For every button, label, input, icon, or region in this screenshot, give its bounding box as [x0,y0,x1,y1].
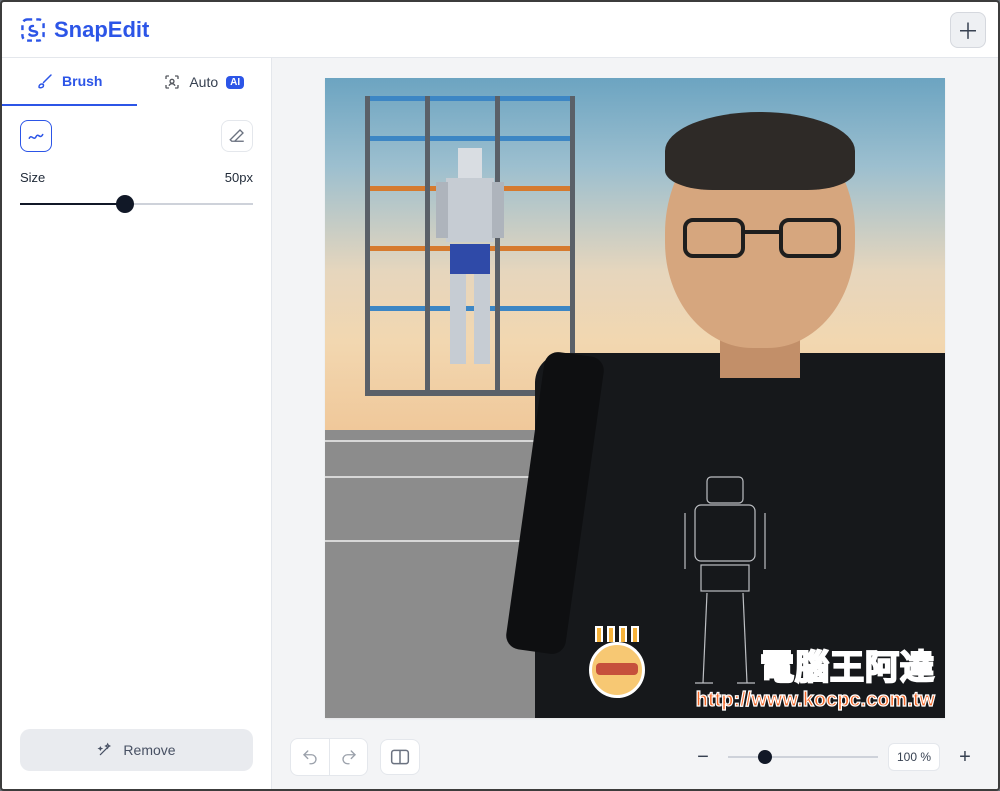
redo-icon [340,748,358,766]
tab-brush[interactable]: Brush [2,58,137,106]
plus-icon: ＋ [957,14,979,46]
magic-wand-icon [97,742,113,758]
left-spacer [2,237,271,729]
slider-track-fill [20,203,125,205]
remove-button[interactable]: Remove [20,729,253,771]
image-canvas[interactable]: 電腦王阿達 http://www.kocpc.com.tw [325,78,945,718]
remove-button-label: Remove [123,742,175,758]
topbar: SnapEdit ＋ [2,2,998,58]
redo-button[interactable] [329,739,367,775]
brush-tool-row [2,106,271,156]
canvas-wrap: 電腦王阿達 http://www.kocpc.com.tw [272,58,998,725]
app-logo[interactable]: SnapEdit [20,17,149,43]
tab-brush-label: Brush [62,73,102,89]
ai-badge: AI [226,76,244,89]
history-group [290,738,368,776]
tab-auto[interactable]: Auto AI [137,58,272,106]
tab-auto-label: Auto [189,74,218,90]
scribble-icon [27,127,45,145]
logo-icon [20,17,46,43]
brush-size-slider-wrap [2,191,271,237]
zoom-in-button[interactable]: + [950,742,980,772]
slider-thumb[interactable] [116,195,134,213]
main-split: Brush Auto AI [2,58,998,789]
canvas-panel: 電腦王阿達 http://www.kocpc.com.tw [272,58,998,789]
compare-icon [390,748,410,766]
zoom-controls: − 100 % + [688,742,980,772]
undo-button[interactable] [291,739,329,775]
canvas-robot [430,148,510,378]
zoom-track [728,756,878,758]
zoom-thumb[interactable] [758,750,772,764]
zoom-level-label: 100 % [888,743,940,771]
canvas-subject [515,118,945,718]
app-frame: SnapEdit ＋ Brush [0,0,1000,791]
eraser-icon [228,127,246,145]
brush-size-row: Size 50px [2,156,271,191]
brush-icon [36,72,54,90]
size-value: 50px [225,170,253,185]
watermark-mascot [589,642,645,698]
minus-icon: − [697,746,709,769]
tool-tabs: Brush Auto AI [2,58,271,106]
undo-icon [301,748,319,766]
face-scan-icon [163,73,181,91]
plus-icon: + [959,746,971,769]
compare-button[interactable] [380,739,420,775]
zoom-slider[interactable] [728,745,878,769]
brush-size-slider[interactable] [20,191,253,217]
scribble-tool-button[interactable] [20,120,52,152]
zoom-out-button[interactable]: − [688,742,718,772]
left-panel: Brush Auto AI [2,58,272,789]
add-image-button[interactable]: ＋ [950,12,986,48]
bottom-toolbar: − 100 % + [272,725,998,789]
size-label: Size [20,170,45,185]
app-name: SnapEdit [54,17,149,43]
eraser-tool-button[interactable] [221,120,253,152]
